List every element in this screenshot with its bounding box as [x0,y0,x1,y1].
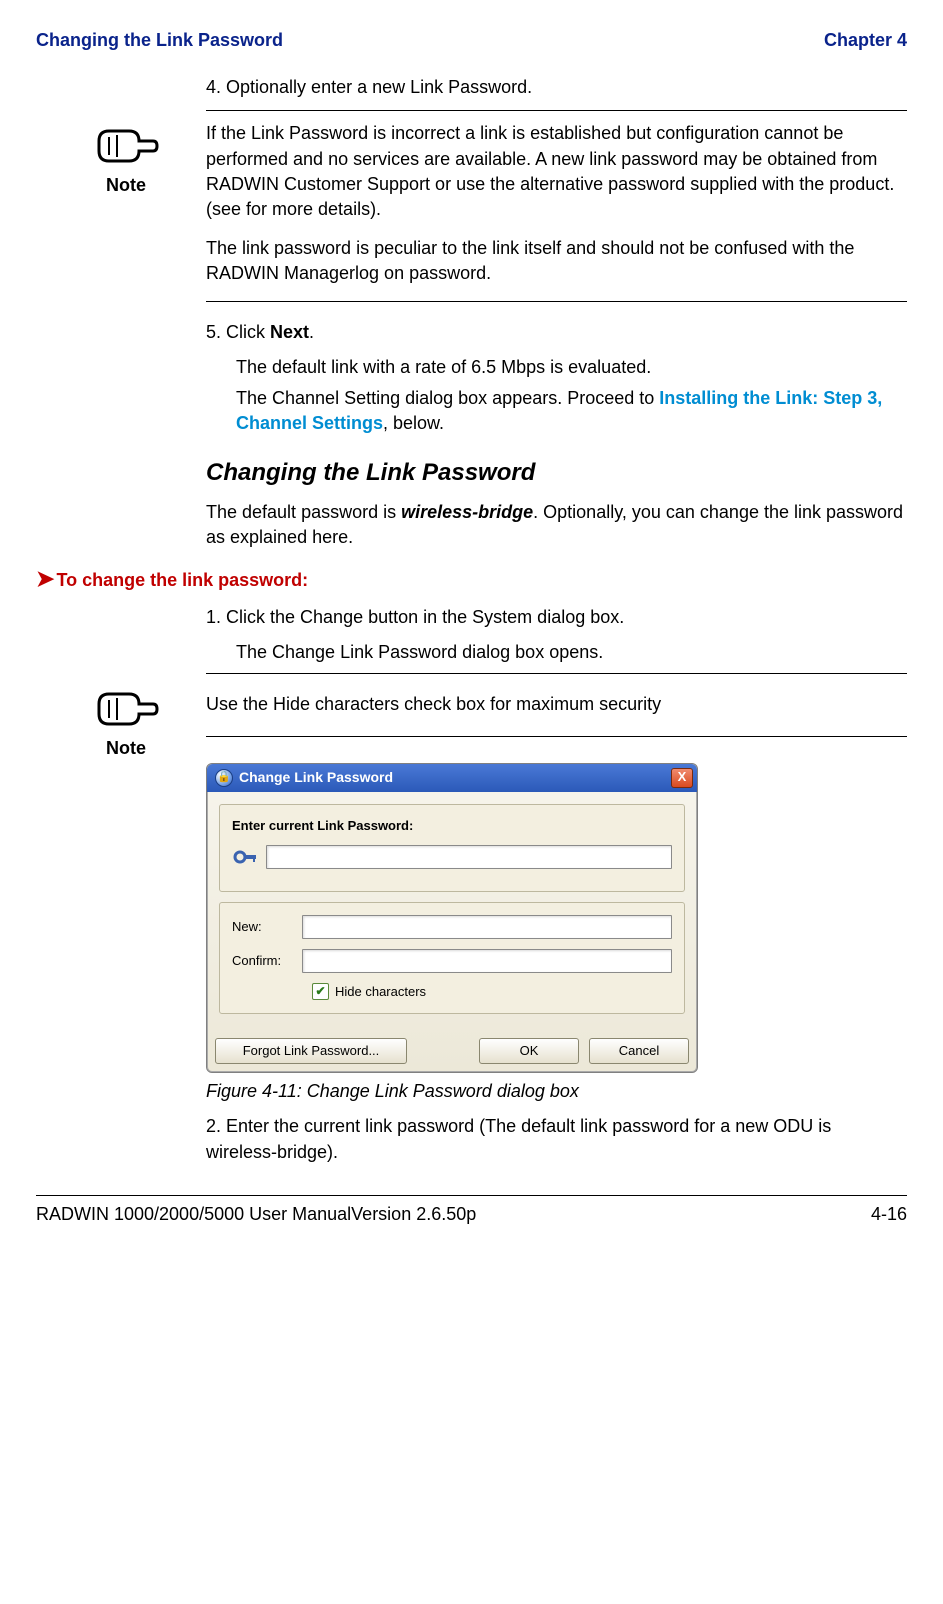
ok-button[interactable]: OK [479,1038,579,1064]
page-header: Changing the Link Password Chapter 4 [36,28,907,53]
confirm-password-input[interactable] [302,949,672,973]
footer-right: 4-16 [871,1202,907,1227]
cancel-button[interactable]: Cancel [589,1038,689,1064]
note-1-p2: The link password is peculiar to the lin… [206,236,907,286]
new-password-input[interactable] [302,915,672,939]
section-title: Changing the Link Password [206,456,907,490]
figure-caption: Figure 4-11: Change Link Password dialog… [206,1079,907,1104]
dialog-title: Change Link Password [239,768,393,788]
pointing-hand-icon [91,119,161,173]
lock-icon: 🔒 [215,769,233,787]
step5-a: 5. Click [206,322,270,342]
titlebar-left: 🔒 Change Link Password [215,768,393,788]
note-2: Note Use the Hide characters check box f… [206,673,907,736]
section-para-b: wireless-bridge [401,502,533,522]
forgot-link-password-button[interactable]: Forgot Link Password... [215,1038,407,1064]
key-icon [232,847,260,867]
new-label: New: [232,918,302,936]
step5-bold: Next [270,322,309,342]
step5-dot: . [309,322,314,342]
chevron-icon: ➤ [36,566,54,591]
step-5: 5. Click Next. [206,320,907,345]
note-1-p1: If the Link Password is incorrect a link… [206,121,907,222]
step5-p2a: The Channel Setting dialog box appears. … [236,388,659,408]
footer-left: RADWIN 1000/2000/5000 User ManualVersion… [36,1202,476,1227]
current-password-label: Enter current Link Password: [232,817,672,835]
change-link-password-dialog: 🔒 Change Link Password X Enter current L… [206,763,698,1074]
dialog-titlebar: 🔒 Change Link Password X [207,764,697,792]
task-text: To change the link password: [56,570,308,590]
hide-characters-label: Hide characters [335,983,426,1001]
task-body: 1. Click the Change button in the System… [206,605,907,1165]
current-password-group: Enter current Link Password: [219,804,685,892]
new-row: New: [232,915,672,939]
page-footer: RADWIN 1000/2000/5000 User ManualVersion… [36,1195,907,1227]
confirm-label: Confirm: [232,952,302,970]
note-label-2: Note [76,736,176,761]
dialog-buttons: Forgot Link Password... OK Cancel [207,1034,697,1072]
main-content: 4. Optionally enter a new Link Password.… [206,75,907,550]
task-heading: ➤To change the link password: [36,564,907,595]
section-para-a: The default password is [206,502,401,522]
note-2-text: Use the Hide characters check box for ma… [206,692,907,717]
confirm-row: Confirm: [232,949,672,973]
header-left: Changing the Link Password [36,28,283,53]
step-1: 1. Click the Change button in the System… [206,605,907,630]
note-label-1: Note [76,173,176,198]
step-4: 4. Optionally enter a new Link Password. [206,75,907,100]
hide-characters-row[interactable]: ✔ Hide characters [312,983,672,1001]
step5-p1: The default link with a rate of 6.5 Mbps… [236,355,907,380]
header-right: Chapter 4 [824,28,907,53]
section-para: The default password is wireless-bridge.… [206,500,907,550]
note-icon-1: Note [76,119,176,198]
close-button[interactable]: X [671,768,693,788]
dialog-figure: 🔒 Change Link Password X Enter current L… [206,763,907,1074]
current-password-row [232,845,672,869]
pointing-hand-icon [91,682,161,736]
step5-p2b: , below. [383,413,444,433]
dialog-body: Enter current Link Password: [207,792,697,1034]
note-icon-2: Note [76,682,176,761]
step-2: 2. Enter the current link password (The … [206,1114,907,1164]
hide-characters-checkbox[interactable]: ✔ [312,983,329,1000]
note-1: Note If the Link Password is incorrect a… [206,110,907,301]
new-password-group: New: Confirm: ✔ Hide characters [219,902,685,1014]
step5-p2: The Channel Setting dialog box appears. … [236,386,907,436]
step-1-p: The Change Link Password dialog box open… [236,640,907,665]
current-password-input[interactable] [266,845,672,869]
